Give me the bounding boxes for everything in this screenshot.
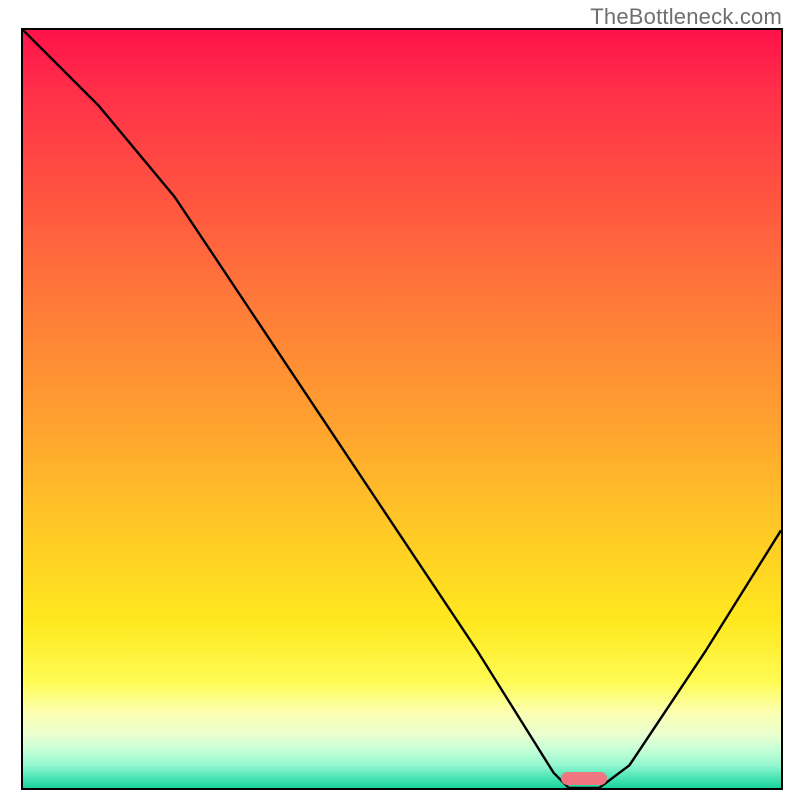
optimum-marker [561,772,606,785]
watermark-text: TheBottleneck.com [590,4,782,30]
curve-svg [23,30,781,788]
plot-area [21,28,783,790]
bottleneck-curve [23,30,781,788]
chart-frame: TheBottleneck.com [0,0,800,800]
